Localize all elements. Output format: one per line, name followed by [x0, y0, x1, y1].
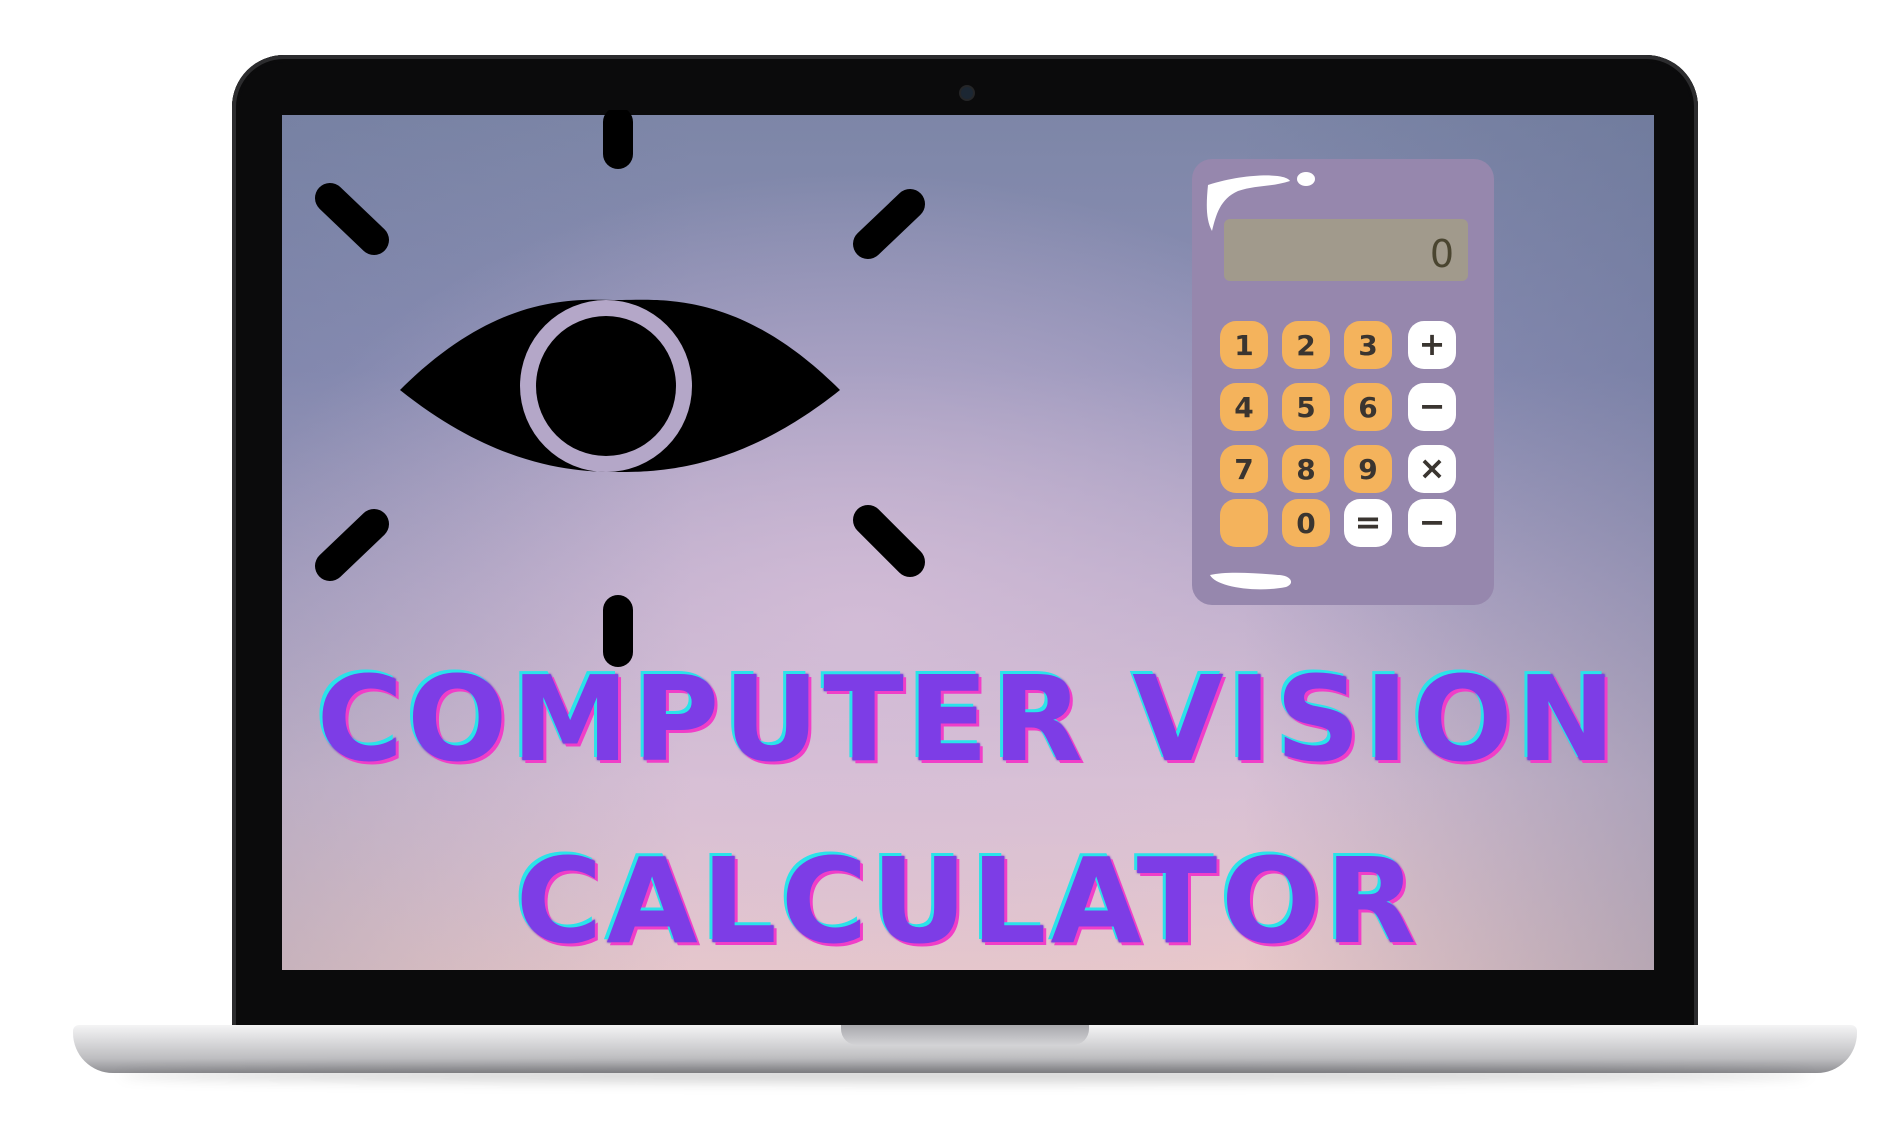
calculator-key-12[interactable]: ×: [1408, 445, 1456, 493]
calculator-key-15[interactable]: =: [1344, 499, 1392, 547]
calculator-key-10[interactable]: 8: [1282, 445, 1330, 493]
calculator-key-label: =: [1355, 503, 1382, 541]
webcam: [961, 87, 973, 99]
calculator-key-6[interactable]: 5: [1282, 383, 1330, 431]
calculator-key-9[interactable]: 7: [1220, 445, 1268, 493]
calculator-key-label: 9: [1358, 453, 1377, 486]
calculator-key-8[interactable]: −: [1408, 383, 1456, 431]
calculator-key-14[interactable]: 0: [1282, 499, 1330, 547]
calculator-key-4[interactable]: +: [1408, 321, 1456, 369]
eye-ray-top-left: [315, 183, 389, 255]
eye-pupil: [548, 328, 664, 444]
calculator-key-label: 1: [1234, 329, 1253, 362]
calculator-display-value: 0: [1430, 232, 1454, 276]
calculator-key-label: 0: [1296, 507, 1315, 540]
calculator-key-label: +: [1419, 325, 1446, 363]
calculator-key-face: [1220, 499, 1268, 547]
calculator-key-label: 4: [1234, 391, 1253, 424]
calculator-key-label: 5: [1296, 391, 1315, 424]
calculator-key-label: 3: [1358, 329, 1377, 362]
calculator-key-3[interactable]: 3: [1344, 321, 1392, 369]
calculator-key-7[interactable]: 6: [1344, 383, 1392, 431]
calculator-key-label: −: [1419, 387, 1446, 425]
laptop-shadow: [120, 1068, 1810, 1082]
eye-ray-bottom-left: [315, 509, 389, 581]
eye-ray-bottom-right: [853, 505, 925, 577]
calculator-key-13[interactable]: [1220, 499, 1268, 547]
title-block: COMPUTER VISION CALCULATOR: [282, 660, 1654, 960]
calculator-key-2[interactable]: 2: [1282, 321, 1330, 369]
eye-icon: [315, 110, 925, 667]
calculator-icon: 0 1 2 3 +4 5 6 −7 8 9 ×0 = −: [1192, 159, 1494, 605]
calculator-key-label: 6: [1358, 391, 1377, 424]
title-line-2: CALCULATOR: [515, 832, 1421, 970]
title-line-1: COMPUTER VISION: [316, 650, 1620, 788]
calculator-key-11[interactable]: 9: [1344, 445, 1392, 493]
laptop-base-notch: [841, 1025, 1089, 1045]
calculator-key-label: −: [1419, 503, 1446, 541]
calculator-key-label: ×: [1419, 449, 1446, 487]
calculator-key-5[interactable]: 4: [1220, 383, 1268, 431]
calculator-highlight-dot: [1297, 172, 1315, 186]
calculator-key-label: 7: [1234, 453, 1253, 486]
calculator-key-label: 8: [1296, 453, 1315, 486]
calculator-key-label: 2: [1296, 329, 1315, 362]
calculator-key-16[interactable]: −: [1408, 499, 1456, 547]
calculator-key-1[interactable]: 1: [1220, 321, 1268, 369]
eye-ray-top-right: [853, 189, 925, 259]
